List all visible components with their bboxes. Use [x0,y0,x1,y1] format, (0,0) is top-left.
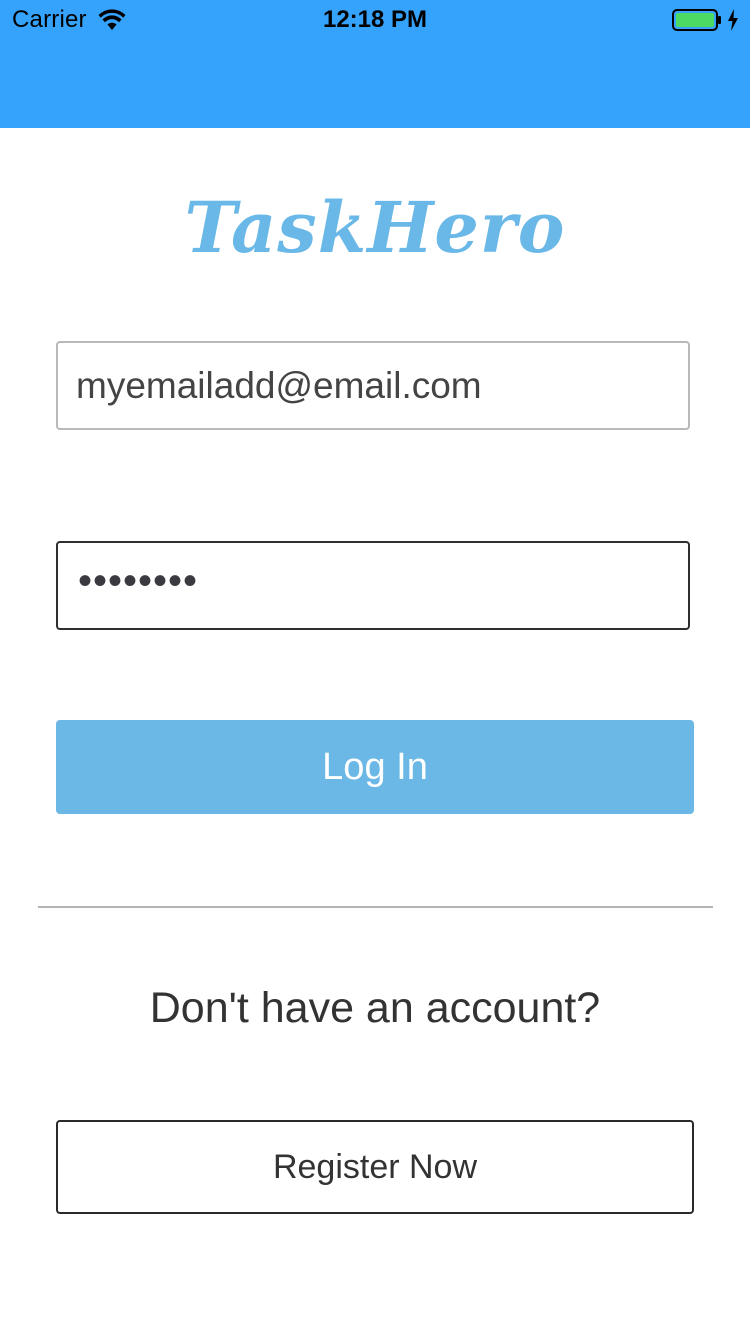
charging-bolt-icon [728,9,738,31]
battery-icon [672,9,721,31]
password-field[interactable]: •••••••• [56,541,690,630]
app-logo: TaskHero [184,186,566,269]
register-button[interactable]: Register Now [56,1120,694,1214]
email-field[interactable]: myemailadd@email.com [56,341,690,430]
divider [38,906,713,908]
register-prompt: Don't have an account? [149,984,601,1032]
login-screen: Carrier 12:18 PM TaskHero myemailadd@ema… [0,0,750,1334]
password-input-value[interactable]: •••••••• [78,559,198,604]
status-bar: Carrier 12:18 PM [0,0,750,40]
login-button[interactable]: Log In [56,720,694,814]
email-input-value[interactable]: myemailadd@email.com [76,365,482,407]
status-time: 12:18 PM [322,6,428,33]
